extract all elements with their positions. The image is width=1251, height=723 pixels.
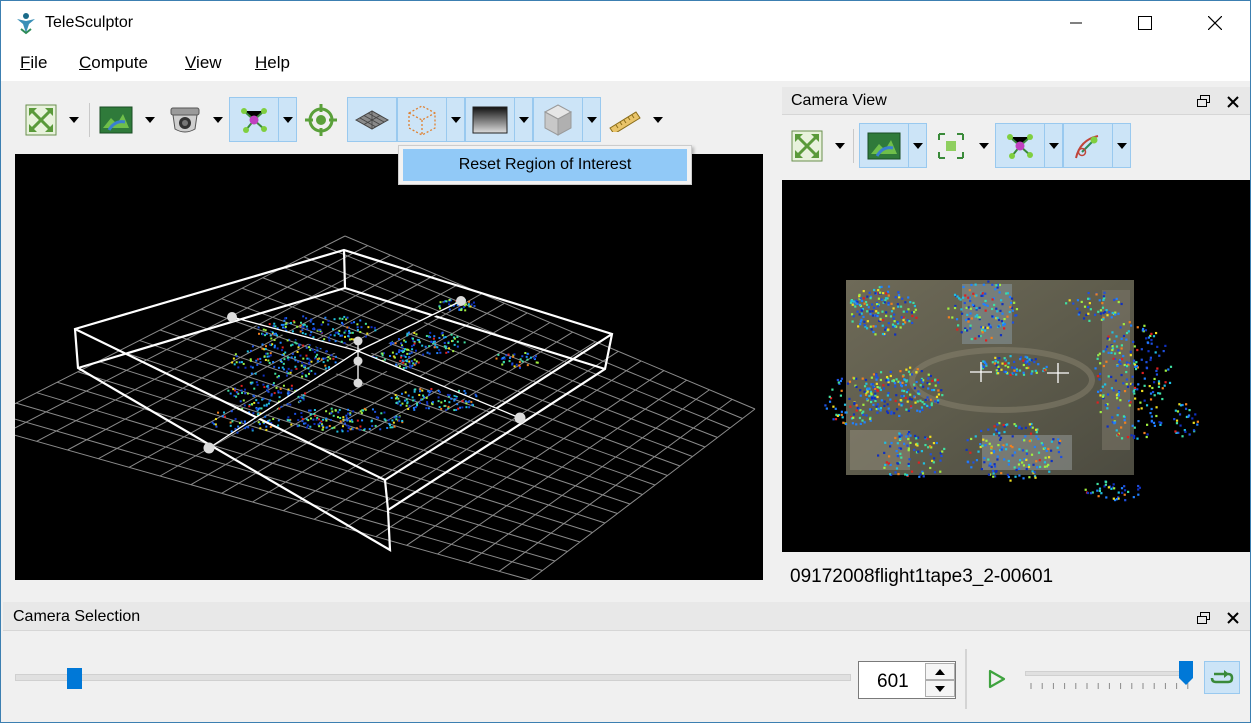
- world-view-3d[interactable]: [15, 154, 763, 580]
- close-icon: [1208, 16, 1222, 30]
- volume-dropdown[interactable]: [583, 97, 601, 142]
- chevron-down-icon: [935, 685, 945, 692]
- image-icon: [99, 106, 133, 134]
- app-window: TeleSculptor File Compute View Help Rese…: [0, 0, 1251, 723]
- speed-slider-handle[interactable]: [1179, 661, 1194, 685]
- camera-landmarks-dropdown[interactable]: [1045, 123, 1063, 168]
- close-dock-icon[interactable]: [1227, 612, 1239, 624]
- float-icon[interactable]: [1197, 95, 1210, 108]
- camera-image-dropdown[interactable]: [909, 123, 927, 168]
- ground-grid: [15, 235, 756, 580]
- show-image-button[interactable]: [98, 102, 134, 138]
- play-icon[interactable]: [988, 669, 1006, 689]
- minimize-icon: [1070, 22, 1082, 24]
- camera-frame-name: 09172008flight1tape3_2-00601: [790, 566, 1054, 587]
- menu-file[interactable]: File: [20, 53, 47, 73]
- residuals-icon: [1075, 134, 1099, 158]
- title-bar: TeleSculptor: [1, 1, 1250, 45]
- show-landmarks-button[interactable]: [229, 97, 279, 142]
- camera-view-title: Camera View: [791, 92, 887, 109]
- menu-compute[interactable]: Compute: [79, 53, 148, 73]
- speed-slider-ticks: [1030, 683, 1189, 689]
- reset-roi-menu-item[interactable]: Reset Region of Interest: [403, 149, 687, 181]
- volume-button[interactable]: [533, 97, 583, 142]
- camera-selection-title: Camera Selection: [13, 608, 141, 625]
- close-dock-icon[interactable]: [1227, 96, 1239, 108]
- loop-button[interactable]: [1204, 661, 1240, 694]
- telesculptor-logo-icon: [17, 13, 35, 35]
- roi-box-icon: [408, 104, 436, 136]
- frame-slider-track[interactable]: [15, 674, 851, 681]
- reset-view-dropdown[interactable]: [65, 102, 83, 138]
- close-button[interactable]: [1192, 1, 1238, 45]
- feature-tracks-button[interactable]: [933, 128, 969, 164]
- speed-slider[interactable]: [1025, 661, 1194, 699]
- camera-dropdown[interactable]: [209, 102, 227, 138]
- camera-image-view[interactable]: [782, 180, 1250, 552]
- feature-tracks-dropdown[interactable]: [975, 128, 993, 164]
- camera-selection-header: [3, 602, 1250, 631]
- landmarks-icon: [241, 107, 267, 133]
- feature-tracks-icon: [938, 133, 964, 159]
- target-icon: [305, 104, 337, 136]
- roi-dropdown-menu: Reset Region of Interest: [398, 145, 692, 185]
- frame-spinbox[interactable]: 601: [858, 661, 956, 699]
- camera-reset-dropdown[interactable]: [831, 128, 849, 164]
- minimize-button[interactable]: [1053, 1, 1099, 45]
- reset-view-icon: [25, 104, 57, 136]
- camera-reset-view-button[interactable]: [789, 128, 825, 164]
- show-cameras-button[interactable]: [167, 102, 203, 138]
- residuals-button[interactable]: [1063, 123, 1113, 168]
- ground-plane-button[interactable]: [347, 97, 397, 142]
- float-icon[interactable]: [1197, 612, 1210, 625]
- frame-slider-handle[interactable]: [66, 668, 82, 689]
- volume-cube-icon: [543, 103, 573, 136]
- measure-dropdown[interactable]: [649, 102, 667, 138]
- reset-view-icon: [791, 130, 823, 162]
- maximize-button[interactable]: [1122, 1, 1168, 45]
- camera-landmarks-button[interactable]: [995, 123, 1045, 168]
- chevron-up-icon: [935, 668, 945, 675]
- loop-icon: [1210, 669, 1234, 683]
- world-scene[interactable]: [15, 154, 763, 580]
- measure-button[interactable]: [607, 102, 643, 138]
- camera-image-button[interactable]: [859, 123, 909, 168]
- menu-view[interactable]: View: [185, 53, 222, 73]
- menu-help[interactable]: Help: [255, 53, 290, 73]
- landmarks-icon: [1007, 133, 1033, 159]
- menu-bar: File Compute View Help: [1, 45, 1250, 81]
- depth-map-button[interactable]: [465, 97, 515, 142]
- roi-dropdown[interactable]: [447, 97, 465, 142]
- reset-view-button[interactable]: [23, 102, 59, 138]
- image-dropdown[interactable]: [141, 102, 159, 138]
- ground-target-button[interactable]: [303, 102, 339, 138]
- toolbar-separator: [89, 103, 90, 137]
- image-icon: [867, 132, 901, 159]
- ruler-icon: [609, 111, 641, 132]
- camera-icon: [170, 107, 200, 133]
- roi-bounding-box[interactable]: [73, 248, 614, 552]
- spin-down-button[interactable]: [925, 680, 955, 697]
- window-title: TeleSculptor: [45, 14, 134, 31]
- playback-separator: [965, 649, 967, 709]
- speed-slider-track[interactable]: [1025, 671, 1191, 676]
- maximize-icon: [1138, 16, 1152, 30]
- spin-up-button[interactable]: [925, 663, 955, 680]
- ground-plane-icon: [354, 109, 390, 130]
- depth-map-dropdown[interactable]: [515, 97, 533, 142]
- roi-button[interactable]: [397, 97, 447, 142]
- frame-number-value[interactable]: 601: [877, 671, 909, 693]
- toolbar-separator: [853, 129, 854, 163]
- depth-map-icon: [472, 106, 508, 133]
- residuals-dropdown[interactable]: [1113, 123, 1131, 168]
- camera-scene[interactable]: [782, 180, 1250, 552]
- landmarks-dropdown[interactable]: [279, 97, 297, 142]
